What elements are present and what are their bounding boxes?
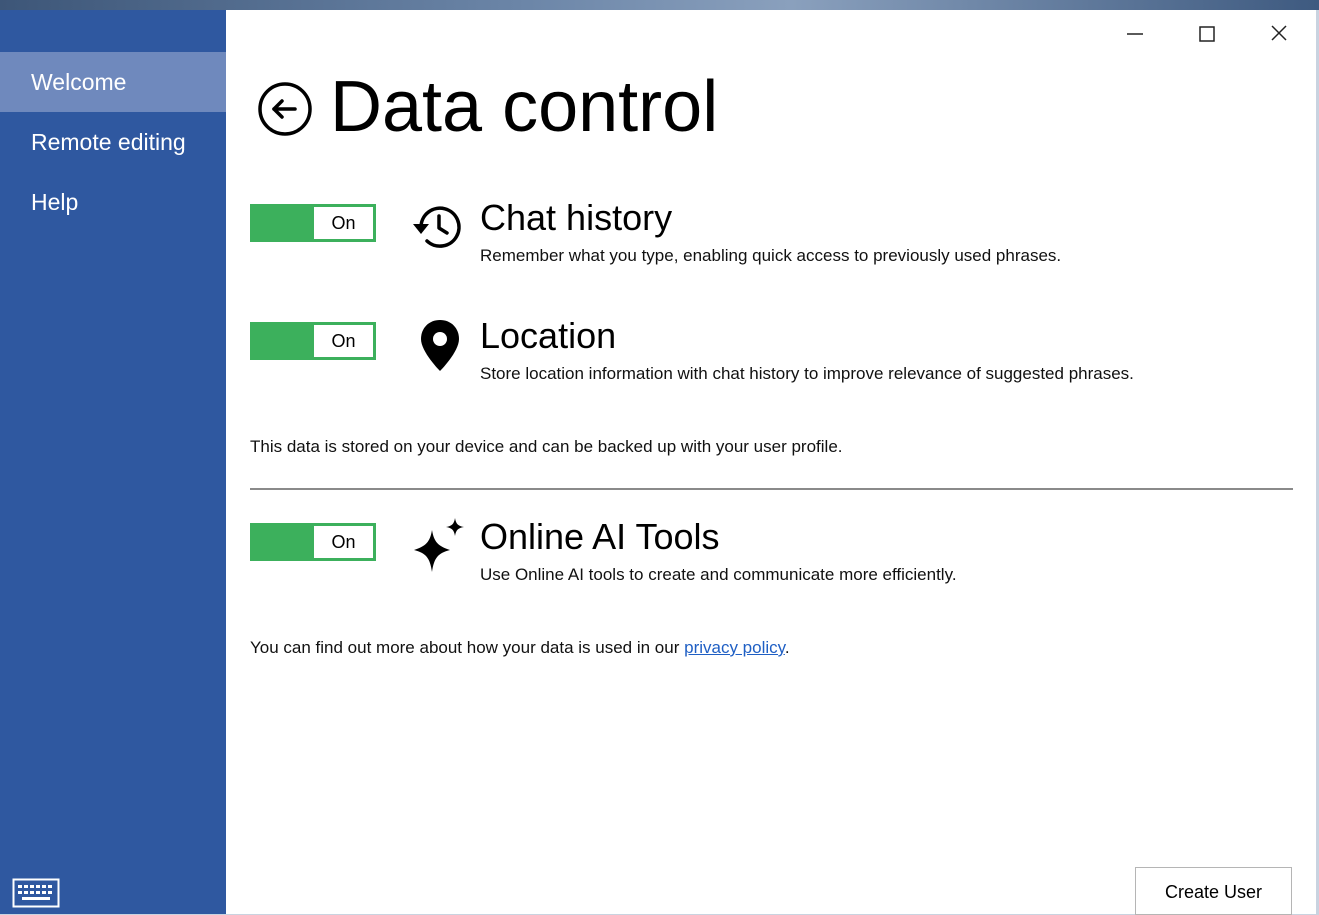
toggle-state-label: On	[314, 325, 373, 357]
chat-history-toggle[interactable]: On	[250, 204, 376, 242]
create-user-button[interactable]: Create User	[1135, 867, 1292, 915]
sparkle-icon	[414, 518, 464, 572]
toggle-state-label: On	[314, 526, 373, 558]
history-icon	[413, 206, 461, 248]
close-button[interactable]	[1255, 18, 1303, 50]
chat-history-description: Remember what you type, enabling quick a…	[480, 246, 1062, 265]
location-description: Store location information with chat his…	[480, 364, 1134, 383]
online-ai-tools-title: Online AI Tools	[480, 516, 720, 557]
keyboard-icon[interactable]	[12, 878, 60, 908]
main-panel: Data control On Chat history Remember wh…	[226, 10, 1316, 915]
location-title: Location	[480, 315, 617, 356]
sidebar-item-remote-editing[interactable]: Remote editing	[0, 112, 226, 172]
page-title: Data control	[330, 67, 719, 147]
location-pin-icon	[421, 320, 459, 371]
back-arrow-icon[interactable]	[257, 81, 313, 137]
toggle-state-label: On	[314, 207, 373, 239]
privacy-note-suffix: .	[784, 638, 790, 657]
online-ai-tools-description: Use Online AI tools to create and commun…	[480, 565, 957, 584]
privacy-policy-link[interactable]: privacy policy	[684, 638, 785, 657]
storage-note: This data is stored on your device and c…	[250, 437, 843, 456]
divider	[250, 488, 1293, 490]
location-toggle[interactable]: On	[250, 322, 376, 360]
chat-history-title: Chat history	[480, 197, 673, 238]
maximize-button[interactable]	[1183, 18, 1231, 50]
minimize-button[interactable]	[1111, 18, 1159, 50]
privacy-note: You can find out more about how your dat…	[250, 638, 790, 658]
privacy-note-text: You can find out more about how your dat…	[250, 638, 685, 657]
online-ai-tools-toggle[interactable]: On	[250, 523, 376, 561]
sidebar-item-help[interactable]: Help	[0, 172, 226, 232]
desktop-background	[0, 0, 1319, 10]
sidebar: Welcome Remote editing Help	[0, 10, 226, 914]
sidebar-item-welcome[interactable]: Welcome	[0, 52, 226, 112]
